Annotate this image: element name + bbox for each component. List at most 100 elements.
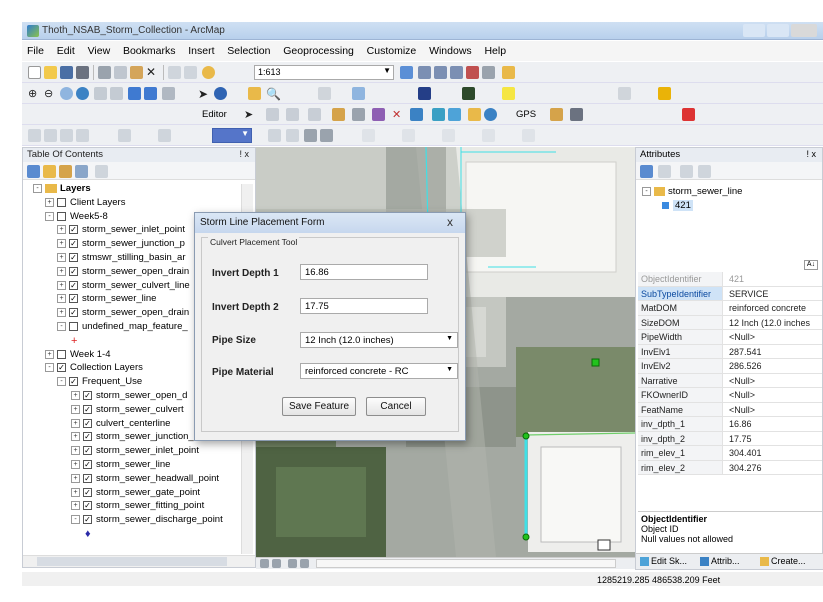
minimize-button[interactable]: [743, 24, 765, 37]
sort-ascending-icon[interactable]: [658, 165, 671, 178]
attribute-row[interactable]: Narrative <Null>: [638, 373, 822, 388]
back-extent-icon[interactable]: [128, 87, 141, 100]
gps-menu[interactable]: GPS: [516, 109, 536, 120]
toc-horizontal-scrollbar[interactable]: [23, 555, 255, 567]
layer-visibility-checkbox[interactable]: ✓: [83, 460, 92, 469]
toc-layer-row[interactable]: +: [71, 335, 77, 348]
feature-node[interactable]: 421: [662, 200, 693, 211]
expand-toggle-icon[interactable]: +: [71, 473, 80, 483]
draw-tools-icon[interactable]: [618, 87, 631, 100]
toc-layer-row[interactable]: - ✓ Collection Layers: [45, 362, 143, 375]
table-of-contents-icon[interactable]: [418, 66, 431, 79]
layer-visibility-checkbox[interactable]: [57, 211, 66, 221]
layout-zoom-combo[interactable]: ▼: [212, 128, 252, 143]
collapse-toggle-icon[interactable]: -: [33, 184, 42, 193]
list-by-source-icon[interactable]: [43, 165, 56, 178]
attribute-row[interactable]: PipeWidth <Null>: [638, 330, 822, 345]
pipe-size-select[interactable]: 12 Inch (12.0 inches) ▼: [300, 332, 458, 348]
expand-toggle-icon[interactable]: +: [71, 418, 80, 428]
dialog-close-icon[interactable]: x: [447, 215, 453, 229]
line-style-icon[interactable]: [462, 87, 475, 100]
toc-pin-close[interactable]: ! x: [239, 149, 249, 159]
toc-layer-row[interactable]: + Client Layers: [45, 197, 125, 210]
pause-drawing-icon[interactable]: [300, 559, 309, 568]
layer-visibility-checkbox[interactable]: ✓: [69, 225, 78, 235]
layer-visibility-checkbox[interactable]: [69, 322, 78, 331]
delete-icon[interactable]: ✕: [146, 66, 159, 79]
collapse-toggle-icon[interactable]: -: [45, 211, 54, 221]
toc-layer-row[interactable]: + ✓ stmswr_stilling_basin_ar: [57, 252, 185, 265]
expand-toggle-icon[interactable]: +: [71, 487, 80, 497]
layer-visibility-checkbox[interactable]: ✓: [83, 487, 92, 497]
expand-toggle-icon[interactable]: +: [57, 308, 66, 318]
list-by-drawing-order-icon[interactable]: [27, 165, 40, 178]
layer-visibility-checkbox[interactable]: ✓: [57, 363, 66, 373]
layout-view-toggle-icon[interactable]: [272, 559, 281, 568]
toc-layer-row[interactable]: + ✓ storm_sewer_inlet_point: [57, 224, 185, 237]
expand-toggle-icon[interactable]: +: [57, 294, 66, 304]
toc-layer-row[interactable]: - Week5-8: [45, 211, 108, 224]
attributes-window-icon[interactable]: [410, 108, 423, 121]
layout-view-icon[interactable]: [158, 129, 171, 142]
rotate-icon[interactable]: ✕: [392, 108, 405, 121]
menu-view[interactable]: View: [83, 41, 116, 61]
layer-visibility-checkbox[interactable]: ✓: [83, 446, 92, 456]
toc-layer-row[interactable]: + ✓ storm_sewer_open_d: [71, 390, 187, 403]
attribute-row[interactable]: SubTypeIdentifier SERVICE: [638, 286, 822, 301]
sort-fields-icon[interactable]: A↓: [804, 260, 818, 270]
layer-visibility-checkbox[interactable]: ✓: [83, 515, 92, 525]
select-features-icon[interactable]: [162, 87, 175, 100]
split-icon[interactable]: [372, 108, 385, 121]
data-driven-pages-icon[interactable]: [320, 129, 333, 142]
layer-visibility-checkbox[interactable]: ✓: [69, 239, 78, 249]
fixed-zoom-out-icon[interactable]: [110, 87, 123, 100]
edit-tool-icon[interactable]: ➤: [244, 108, 257, 121]
toc-layer-row[interactable]: + ✓ storm_sewer_line: [57, 293, 156, 306]
attribute-field-value[interactable]: reinforced concrete: [726, 301, 822, 315]
attribute-row[interactable]: MatDOM reinforced concrete: [638, 301, 822, 316]
attribute-field-value[interactable]: 16.86: [726, 417, 822, 431]
toc-hscroll-thumb[interactable]: [37, 557, 227, 566]
tab-edit-sketch[interactable]: Edit Sk...: [640, 556, 687, 568]
cut-polygons-icon[interactable]: [352, 108, 365, 121]
expand-toggle-icon[interactable]: +: [45, 349, 54, 359]
menu-customize[interactable]: Customize: [362, 41, 422, 61]
attribute-row[interactable]: FeatName <Null>: [638, 402, 822, 417]
toc-layer-row[interactable]: - ✓ Frequent_Use: [57, 376, 142, 389]
zoom-out-icon[interactable]: ⊖: [44, 87, 57, 100]
editor-toolbar-icon[interactable]: [400, 66, 413, 79]
binoculars-icon[interactable]: [658, 87, 671, 100]
expand-toggle-icon[interactable]: +: [71, 446, 80, 456]
attribute-field-value[interactable]: <Null>: [726, 374, 822, 388]
open-folder-icon[interactable]: [44, 66, 57, 79]
editor-menu[interactable]: Editor: [202, 109, 227, 120]
collapse-toggle-icon[interactable]: -: [71, 515, 80, 525]
paste-icon[interactable]: [130, 66, 143, 79]
save-icon[interactable]: [60, 66, 73, 79]
layer-visibility-checkbox[interactable]: ✓: [69, 266, 78, 276]
attribute-field-value[interactable]: 287.541: [726, 345, 822, 359]
gps-settings-icon[interactable]: [570, 108, 583, 121]
collapse-toggle[interactable]: -: [642, 186, 651, 196]
collapse-toggle-icon[interactable]: -: [57, 377, 66, 387]
focus-frame-icon[interactable]: [286, 129, 299, 142]
cancel-button[interactable]: Cancel: [366, 397, 426, 416]
layer-visibility-checkbox[interactable]: ✓: [69, 280, 78, 290]
menu-bookmarks[interactable]: Bookmarks: [118, 41, 181, 61]
toc-layer-row[interactable]: + ✓ storm_sewer_junction_p: [57, 238, 185, 251]
pipe-material-select[interactable]: reinforced concrete - RC ▼: [300, 363, 458, 379]
attribute-field-value[interactable]: 17.75: [726, 432, 822, 446]
attribute-field-value[interactable]: 421: [726, 272, 822, 286]
attribute-row[interactable]: InvElv1 287.541: [638, 344, 822, 359]
toc-layer-row[interactable]: ♦: [85, 528, 91, 541]
attribute-row[interactable]: FKOwnerID <Null>: [638, 388, 822, 403]
layer-visibility-checkbox[interactable]: ✓: [83, 501, 92, 511]
expand-toggle-icon[interactable]: +: [71, 404, 80, 414]
flag-icon[interactable]: [682, 108, 695, 121]
undo-icon[interactable]: [168, 66, 181, 79]
attribute-row[interactable]: rim_elev_1 304.401: [638, 446, 822, 461]
layer-visibility-checkbox[interactable]: ✓: [83, 418, 92, 428]
arctoolbox-icon[interactable]: [466, 66, 479, 79]
select-elements-icon[interactable]: ➤: [198, 87, 211, 101]
expand-toggle-icon[interactable]: +: [57, 239, 66, 249]
